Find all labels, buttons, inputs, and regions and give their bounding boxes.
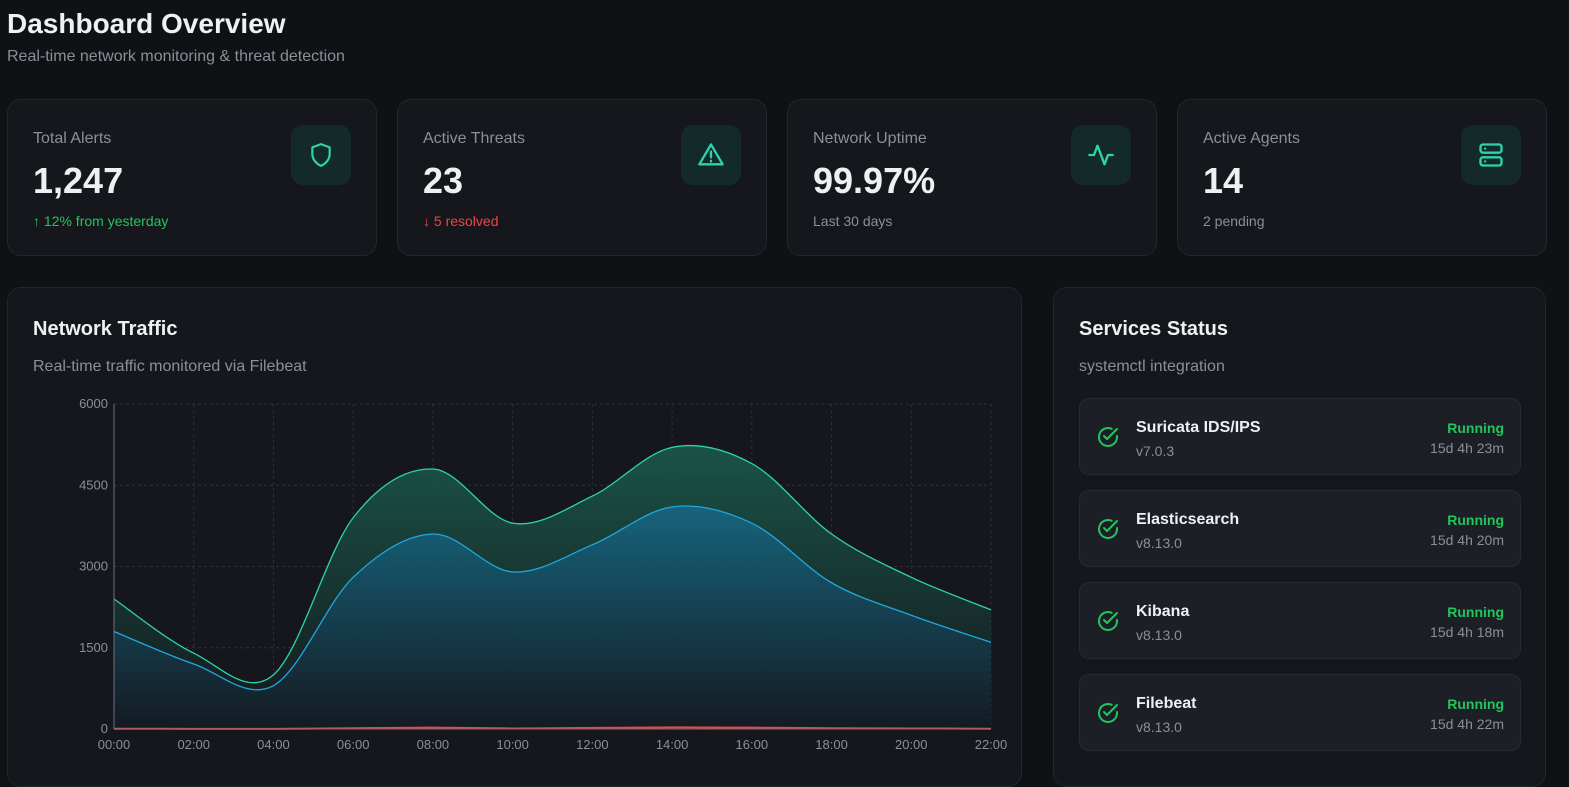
stat-sub: Last 30 days (813, 213, 893, 229)
stat-value: 99.97% (813, 160, 936, 201)
service-item[interactable]: Elasticsearch v8.13.0 Running 15d 4h 20m (1079, 490, 1521, 567)
x-tick-label: 06:00 (337, 737, 370, 752)
stat-card-active-agents: Active Agents 14 2 pending (1177, 99, 1547, 256)
x-tick-label: 02:00 (177, 737, 210, 752)
service-version: v8.13.0 (1136, 627, 1182, 643)
stat-sub: ↓ 5 resolved (423, 213, 499, 229)
check-circle-icon (1098, 427, 1118, 447)
service-status: Running (1447, 420, 1504, 436)
shield-icon (291, 125, 351, 185)
stat-sub: 2 pending (1203, 213, 1265, 229)
service-version: v8.13.0 (1136, 719, 1182, 735)
service-name: Kibana (1136, 603, 1190, 620)
service-uptime: 15d 4h 22m (1430, 716, 1504, 732)
service-item[interactable]: Kibana v8.13.0 Running 15d 4h 18m (1079, 582, 1521, 659)
service-item[interactable]: Suricata IDS/IPS v7.0.3 Running 15d 4h 2… (1079, 398, 1521, 475)
y-tick-label: 1500 (79, 640, 108, 655)
panel-title: Services Status (1079, 318, 1228, 340)
services-panel: Services Status systemctl integration Su… (1053, 287, 1546, 787)
y-tick-label: 6000 (79, 396, 108, 411)
x-tick-label: 10:00 (496, 737, 529, 752)
service-name: Filebeat (1136, 695, 1197, 712)
activity-icon (1071, 125, 1131, 185)
check-circle-icon (1098, 703, 1118, 723)
page-title: Dashboard Overview (7, 8, 286, 39)
service-item[interactable]: Filebeat v8.13.0 Running 15d 4h 22m (1079, 674, 1521, 751)
stat-label: Total Alerts (33, 130, 112, 147)
x-tick-label: 00:00 (98, 737, 131, 752)
service-uptime: 15d 4h 23m (1430, 440, 1504, 456)
service-status: Running (1447, 512, 1504, 528)
network-traffic-panel: Network Traffic Real-time traffic monito… (7, 287, 1022, 787)
stat-label: Active Threats (423, 130, 525, 147)
y-tick-label: 4500 (79, 477, 108, 492)
stat-card-active-threats: Active Threats 23 ↓ 5 resolved (397, 99, 767, 256)
service-status: Running (1447, 696, 1504, 712)
x-tick-label: 20:00 (895, 737, 928, 752)
x-tick-label: 14:00 (656, 737, 689, 752)
server-icon (1461, 125, 1521, 185)
x-tick-label: 04:00 (257, 737, 290, 752)
y-tick-label: 0 (101, 721, 108, 736)
service-name: Elasticsearch (1136, 511, 1240, 528)
x-tick-label: 18:00 (815, 737, 848, 752)
traffic-chart: 0 1500 3000 4500 6000 00:00 02:00 04:00 06:00 08:… (79, 396, 1008, 752)
stat-label: Active Agents (1203, 130, 1300, 147)
page-subtitle: Real-time network monitoring & threat de… (7, 48, 345, 65)
service-version: v7.0.3 (1136, 443, 1175, 459)
x-tick-label: 16:00 (736, 737, 769, 752)
stat-label: Network Uptime (813, 130, 927, 147)
service-version: v8.13.0 (1136, 535, 1182, 551)
service-uptime: 15d 4h 20m (1430, 532, 1504, 548)
stat-card-network-uptime: Network Uptime 99.97% Last 30 days (787, 99, 1157, 256)
service-uptime: 15d 4h 18m (1430, 624, 1504, 640)
alert-triangle-icon (681, 125, 741, 185)
service-name: Suricata IDS/IPS (1136, 419, 1261, 436)
x-tick-label: 22:00 (975, 737, 1008, 752)
service-status: Running (1447, 604, 1504, 620)
stat-card-total-alerts: Total Alerts 1,247 ↑ 12% from yesterday (7, 99, 377, 256)
check-circle-icon (1098, 611, 1118, 631)
panel-subtitle: systemctl integration (1079, 358, 1225, 375)
y-tick-label: 3000 (79, 559, 108, 574)
stat-value: 14 (1203, 160, 1244, 201)
check-circle-icon (1098, 519, 1118, 539)
x-tick-label: 12:00 (576, 737, 609, 752)
stat-value: 23 (423, 160, 464, 201)
stat-sub: ↑ 12% from yesterday (33, 213, 169, 229)
x-tick-label: 08:00 (417, 737, 450, 752)
stat-value: 1,247 (33, 160, 124, 201)
